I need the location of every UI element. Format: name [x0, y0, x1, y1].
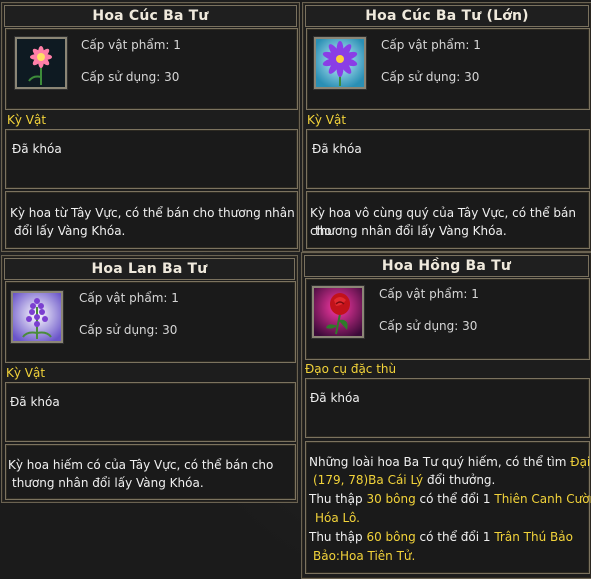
pink-daisy-icon: [15, 37, 67, 89]
lavender-flower-icon: [11, 291, 63, 343]
lock-status: Đã khóa: [12, 142, 62, 156]
red-rose-icon: [312, 286, 364, 338]
item-title: Hoa Lan Ba Tư: [91, 261, 208, 277]
description-line: Những loài hoa Ba Tư quý hiếm, có thể tì…: [309, 453, 591, 471]
description-line: Bảo:Hoa Tiên Tử.: [313, 549, 416, 563]
count-highlight: 30 bông: [366, 492, 416, 506]
item-title: Hoa Cúc Ba Tư: [92, 8, 209, 24]
description-text: Thu thập: [309, 492, 367, 506]
lock-box: [5, 129, 298, 189]
item-level-label: Cấp vật phẩm: 1: [81, 38, 181, 52]
reward-highlight: Thiên Canh Cường: [494, 492, 591, 506]
use-level-label: Cấp sử dụng: 30: [381, 70, 480, 84]
use-level-label: Cấp sử dụng: 30: [79, 323, 178, 337]
description-line: thương nhân đổi lấy Vàng Khóa.: [12, 476, 204, 490]
item-level-label: Cấp vật phẩm: 1: [381, 38, 481, 52]
lock-status: Đã khóa: [10, 395, 60, 409]
lock-status: Đã khóa: [312, 142, 362, 156]
lock-box: [306, 129, 590, 189]
item-category: Kỳ Vật: [307, 113, 347, 127]
coordinates-highlight: (179, 78): [313, 473, 369, 487]
item-tooltip-hoa-lan-ba-tu: Hoa Lan Ba Tư Cấp vật phẩm: 1 Cấp sử dụn…: [1, 255, 298, 503]
description-text: Thu thập: [309, 530, 367, 544]
item-title: Hoa Hồng Ba Tư: [381, 258, 512, 274]
item-category: Đạo cụ đặc thù: [305, 362, 397, 376]
item-level-label: Cấp vật phẩm: 1: [79, 291, 179, 305]
description-line: đổi lấy Vàng Khóa.: [14, 224, 126, 238]
description-line: (179, 78)Ba Cái Lý đổi thưởng.: [313, 471, 495, 489]
description-text: có thể đổi 1: [415, 530, 495, 544]
description-text: đổi thưởng.: [423, 473, 496, 487]
item-category: Kỳ Vật: [6, 366, 46, 380]
reward-highlight: Trân Thú Bảo: [494, 530, 573, 544]
item-level-label: Cấp vật phẩm: 1: [379, 287, 479, 301]
npc-name-highlight: Ba Cái Lý: [368, 473, 424, 487]
lock-box: [5, 382, 296, 442]
lock-status: Đã khóa: [310, 391, 360, 405]
description-line: Thu thập 30 bông có thể đổi 1 Thiên Canh…: [309, 490, 591, 508]
description-line: Hóa Lô.: [315, 511, 360, 525]
description-line: Kỳ hoa từ Tây Vực, có thể bán cho thương…: [10, 206, 295, 220]
description-line: Kỳ hoa hiếm có của Tây Vực, có thể bán c…: [8, 458, 274, 472]
count-highlight: 60 bông: [366, 530, 416, 544]
item-title: Hoa Cúc Ba Tư (Lớn): [365, 8, 529, 24]
npc-location-highlight: Đại Lý: [570, 455, 591, 469]
lock-box: [305, 378, 590, 438]
description-line: thương nhân đổi lấy Vàng Khóa.: [315, 224, 507, 238]
use-level-label: Cấp sử dụng: 30: [81, 70, 180, 84]
item-tooltip-hoa-hong-ba-tu: Hoa Hồng Ba Tư Cấp vật phẩm: 1 Cấp sử dụ…: [301, 252, 591, 579]
item-tooltip-hoa-cuc-ba-tu: Hoa Cúc Ba Tư Cấp vật phẩm: 1 Cấp sử dụn…: [1, 2, 300, 252]
description-line: Thu thập 60 bông có thể đổi 1 Trân Thú B…: [309, 528, 573, 546]
use-level-label: Cấp sử dụng: 30: [379, 319, 478, 333]
description-text: Những loài hoa Ba Tư quý hiếm, có thể tì…: [309, 455, 571, 469]
description-text: có thể đổi 1: [415, 492, 495, 506]
item-tooltip-hoa-cuc-ba-tu-lon: Hoa Cúc Ba Tư (Lớn) Cấp vật phẩm: 1 Cấp …: [302, 2, 591, 252]
purple-daisy-icon: [314, 37, 366, 89]
item-category: Kỳ Vật: [7, 113, 47, 127]
